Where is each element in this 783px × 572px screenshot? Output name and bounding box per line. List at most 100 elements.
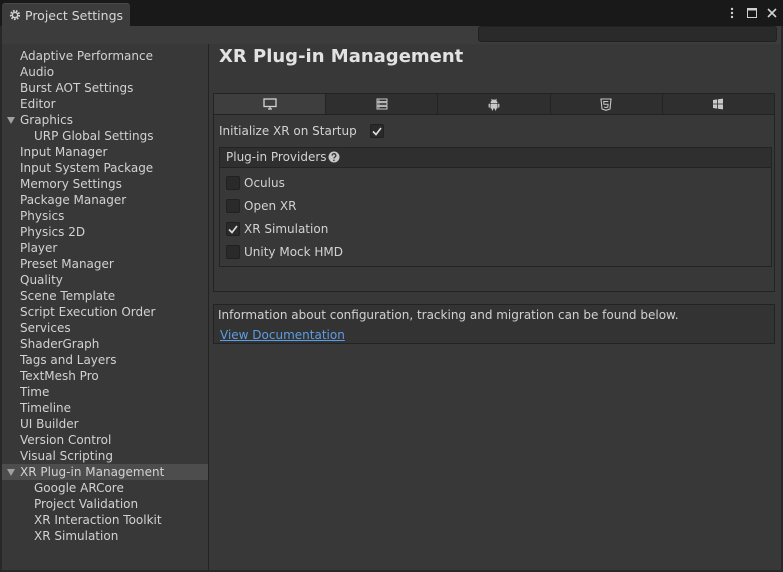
project-settings-tab[interactable]: Project Settings xyxy=(2,3,130,26)
provider-row: XR Simulation xyxy=(226,221,526,237)
sidebar-item-label: Physics 2D xyxy=(20,225,86,239)
tab-webgl[interactable] xyxy=(551,94,663,114)
sidebar-item-label: Burst AOT Settings xyxy=(20,81,134,95)
sidebar-item-label: Graphics xyxy=(20,113,73,127)
sidebar-item-label: Memory Settings xyxy=(20,177,122,191)
sidebar-item-label: Audio xyxy=(20,65,55,79)
provider-checkbox[interactable] xyxy=(226,199,240,213)
sidebar-item[interactable]: Preset Manager xyxy=(2,256,208,272)
sidebar-item[interactable]: XR Plug-in Management xyxy=(2,464,208,480)
main-panel: XR Plug-in Management Initialize XR on S… xyxy=(209,44,781,570)
sidebar-item[interactable]: Quality xyxy=(2,272,208,288)
sidebar-item[interactable]: Version Control xyxy=(2,432,208,448)
sidebar-item-label: Time xyxy=(20,385,50,399)
sidebar-item[interactable]: Scene Template xyxy=(2,288,208,304)
xr-settings-panel: Initialize XR on Startup Plug-in Provide… xyxy=(213,115,775,292)
window-controls xyxy=(727,3,777,23)
sidebar-item[interactable]: Google ARCore xyxy=(2,480,208,496)
desktop-icon xyxy=(262,98,277,110)
sidebar-item[interactable]: Audio xyxy=(2,64,208,80)
provider-row: Oculus xyxy=(226,175,526,191)
sidebar-item[interactable]: XR Interaction Toolkit xyxy=(2,512,208,528)
sidebar-item-label: Input Manager xyxy=(20,145,108,159)
init-xr-label: Initialize XR on Startup xyxy=(219,124,357,138)
plugin-providers-title: Plug-in Providers xyxy=(226,150,327,164)
tab-windows[interactable] xyxy=(663,94,774,114)
provider-checkbox[interactable] xyxy=(226,245,240,259)
provider-row: Open XR xyxy=(226,198,526,214)
tab-desktop[interactable] xyxy=(214,94,327,114)
search-toolbar xyxy=(2,26,781,45)
sidebar-item[interactable]: Time xyxy=(2,384,208,400)
sidebar-item[interactable]: Input System Package xyxy=(2,160,208,176)
project-settings-window: Project Settings Adaptive Performance Aud… xyxy=(0,0,783,572)
sidebar-item-label: TextMesh Pro xyxy=(20,369,99,383)
maximize-icon[interactable] xyxy=(747,7,757,19)
sidebar-item[interactable]: UI Builder xyxy=(2,416,208,432)
sidebar-item[interactable]: Player xyxy=(2,240,208,256)
close-icon[interactable] xyxy=(767,7,777,19)
sidebar-item-label: URP Global Settings xyxy=(34,129,154,143)
sidebar-item-label: ShaderGraph xyxy=(20,337,100,351)
help-icon[interactable] xyxy=(328,151,340,163)
sidebar-item-label: Google ARCore xyxy=(34,481,124,495)
sidebar-item[interactable]: Physics 2D xyxy=(2,224,208,240)
server-icon xyxy=(376,98,388,110)
title-bar: Project Settings xyxy=(0,0,783,26)
sidebar-item[interactable]: Tags and Layers xyxy=(2,352,208,368)
sidebar-item[interactable]: Editor xyxy=(2,96,208,112)
sidebar-item[interactable]: Memory Settings xyxy=(2,176,208,192)
sidebar-item[interactable]: Burst AOT Settings xyxy=(2,80,208,96)
sidebar-item[interactable]: Visual Scripting xyxy=(2,448,208,464)
more-options-icon[interactable] xyxy=(727,7,737,19)
sidebar-item-label: Timeline xyxy=(20,401,72,415)
view-documentation-link[interactable]: View Documentation xyxy=(220,328,345,342)
sidebar-item[interactable]: Physics xyxy=(2,208,208,224)
init-xr-checkbox[interactable] xyxy=(370,124,384,138)
sidebar-item[interactable]: Input Manager xyxy=(2,144,208,160)
sidebar-item-label: XR Plug-in Management xyxy=(20,465,165,479)
sidebar-item[interactable]: Timeline xyxy=(2,400,208,416)
sidebar-item[interactable]: Project Validation xyxy=(2,496,208,512)
page-title: XR Plug-in Management xyxy=(219,46,464,67)
sidebar-item-label: Player xyxy=(20,241,58,255)
sidebar-item[interactable]: ShaderGraph xyxy=(2,336,208,352)
provider-label: Open XR xyxy=(244,199,297,213)
sidebar-item[interactable]: Package Manager xyxy=(2,192,208,208)
provider-checkbox[interactable] xyxy=(226,176,240,190)
android-icon xyxy=(488,98,500,110)
settings-sidebar: Adaptive Performance Audio Burst AOT Setti… xyxy=(2,44,209,570)
tab-server[interactable] xyxy=(326,94,439,114)
sidebar-item-label: Version Control xyxy=(20,433,112,447)
search-input[interactable] xyxy=(478,26,777,42)
sidebar-item[interactable]: Services xyxy=(2,320,208,336)
sidebar-item[interactable]: Graphics xyxy=(2,112,208,128)
provider-checkbox[interactable] xyxy=(226,222,240,236)
sidebar-item-label: Tags and Layers xyxy=(20,353,117,367)
sidebar-item-label: Physics xyxy=(20,209,65,223)
sidebar-item[interactable]: URP Global Settings xyxy=(2,128,208,144)
sidebar-item-label: XR Simulation xyxy=(34,529,119,543)
sidebar-item[interactable]: Adaptive Performance xyxy=(2,48,208,64)
sidebar-item-label: Project Validation xyxy=(34,497,139,511)
html5-icon xyxy=(600,97,612,111)
sidebar-item[interactable]: Script Execution Order xyxy=(2,304,208,320)
plugin-providers-header: Plug-in Providers xyxy=(220,148,771,168)
sidebar-item-label: UI Builder xyxy=(20,417,79,431)
sidebar-item[interactable]: TextMesh Pro xyxy=(2,368,208,384)
plugin-providers-box: Plug-in Providers Oculus Open XR XR Simula… xyxy=(219,147,772,267)
sidebar-item-label: Services xyxy=(20,321,71,335)
sidebar-item-label: Adaptive Performance xyxy=(20,49,153,63)
tab-android[interactable] xyxy=(438,94,551,114)
foldout-arrow-icon[interactable] xyxy=(7,469,15,476)
provider-row: Unity Mock HMD xyxy=(226,244,526,260)
provider-label: XR Simulation xyxy=(244,222,329,236)
sidebar-item-label: XR Interaction Toolkit xyxy=(34,513,162,527)
provider-label: Oculus xyxy=(244,176,285,190)
sidebar-item-label: Editor xyxy=(20,97,56,111)
foldout-arrow-icon[interactable] xyxy=(7,117,15,124)
windows-icon xyxy=(713,98,724,110)
platform-tabs xyxy=(213,93,775,115)
sidebar-item-label: Visual Scripting xyxy=(20,449,113,463)
sidebar-item[interactable]: XR Simulation xyxy=(2,528,208,544)
